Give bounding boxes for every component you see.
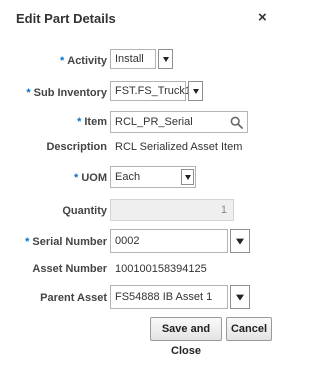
sub-inventory-dropdown-button[interactable] <box>188 81 203 101</box>
chevron-down-icon <box>162 57 169 62</box>
dialog-title: Edit Part Details <box>16 11 116 26</box>
quantity-field: 1 <box>110 199 234 221</box>
description-value: RCL Serialized Asset Item <box>115 141 243 153</box>
cancel-button[interactable]: Cancel <box>226 317 272 341</box>
quantity-label: Quantity <box>62 205 107 217</box>
sub-inventory-label: * Sub Inventory <box>26 87 107 99</box>
activity-dropdown-button[interactable] <box>158 49 173 69</box>
uom-select[interactable]: Each <box>110 166 196 188</box>
item-input[interactable]: RCL_PR_Serial <box>110 111 248 133</box>
parent-asset-dropdown-button[interactable] <box>230 285 250 309</box>
serial-number-label: * Serial Number <box>25 236 107 248</box>
chevron-down-icon <box>236 238 244 245</box>
required-marker: * <box>74 172 79 184</box>
uom-label: * UOM <box>74 172 107 184</box>
activity-label: * Activity <box>59 55 107 67</box>
chevron-down-icon <box>236 294 244 301</box>
close-icon[interactable]: × <box>258 9 267 26</box>
search-icon[interactable] <box>230 116 243 129</box>
serial-number-input[interactable]: 0002 <box>110 229 228 253</box>
parent-asset-input[interactable]: FS54888 IB Asset 1 <box>110 285 228 309</box>
required-marker: * <box>59 55 65 67</box>
asset-number-value: 100100158394125 <box>115 263 207 275</box>
item-label: * Item <box>77 116 107 128</box>
description-label: Description <box>46 141 107 153</box>
uom-dropdown-button[interactable] <box>181 169 194 185</box>
activity-select[interactable]: Install <box>110 49 156 69</box>
required-marker: * <box>77 116 82 128</box>
save-and-close-button[interactable]: Save and Close <box>150 317 222 357</box>
asset-number-label: Asset Number <box>32 263 107 275</box>
chevron-down-icon <box>184 175 191 180</box>
required-marker: * <box>26 87 31 99</box>
parent-asset-label: Parent Asset <box>40 292 107 304</box>
chevron-down-icon <box>192 89 199 94</box>
sub-inventory-select[interactable]: FST.FS_Truck1 <box>110 81 191 101</box>
serial-number-dropdown-button[interactable] <box>230 229 250 253</box>
edit-part-details-dialog: Edit Part Details × * Activity Install * S… <box>0 0 288 384</box>
required-marker: * <box>25 236 30 248</box>
